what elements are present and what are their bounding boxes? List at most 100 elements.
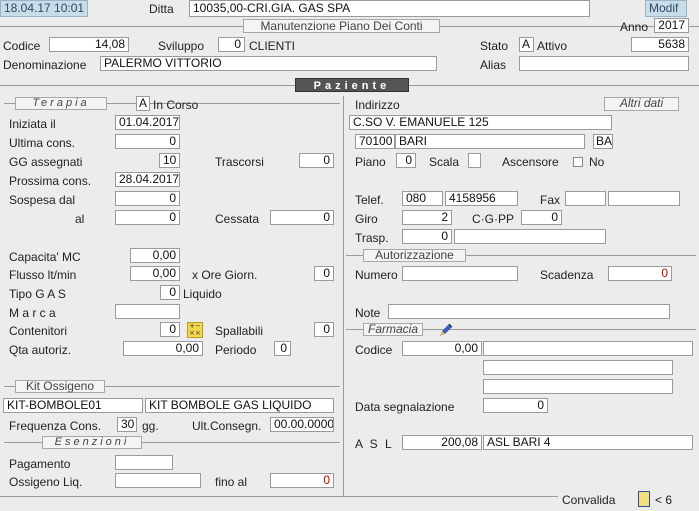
frequenza-unit: gg. [142,419,159,433]
capacita-label: Capacita' MC [9,250,81,264]
farmacia-name-field[interactable] [483,341,693,356]
sviluppo-field[interactable]: 0 [218,37,245,52]
codice-field[interactable]: 14,08 [49,37,129,52]
terapia-title: Terapia [15,97,107,110]
altri-dati-button[interactable]: Altri dati [604,97,679,111]
edit-pencil-icon[interactable] [438,322,454,338]
gg-field[interactable]: 10 [159,153,180,168]
city-field[interactable]: BARI [395,134,585,149]
datetime-field: 18.04.17 10:01 [0,0,88,17]
alias-field[interactable] [519,56,689,71]
fax-prefix-field[interactable] [565,191,606,206]
contenitori-calc-icon[interactable]: +− ×× [187,322,203,338]
ascensore-checkbox[interactable] [573,157,583,167]
asl-name-field[interactable]: ASL BARI 4 [483,435,693,450]
capacita-field[interactable]: 0,00 [130,248,180,263]
kit-code-field[interactable]: KIT-BOMBOLE01 [3,398,143,413]
sospesa-label: Sospesa dal [9,193,76,207]
sospesa-field[interactable]: 0 [115,191,180,206]
numero-field[interactable] [402,266,518,281]
footer-divider [0,496,558,497]
ultima-field[interactable]: 0 [115,134,180,149]
cap-field[interactable]: 70100 [355,134,395,149]
farmacia-codice-field[interactable]: 0,00 [402,341,482,356]
farmacia-city-field[interactable] [483,379,673,394]
cessata-field[interactable]: 0 [270,210,334,225]
pagamento-label: Pagamento [9,457,71,471]
prossima-label: Prossima cons. [9,174,92,188]
qta-label: Qta autoriz. [9,343,72,357]
contenitori-label: Contenitori [9,324,68,338]
asl-label: A S L [355,437,394,451]
kit-description-field[interactable]: KIT BOMBOLE GAS LIQUIDO [145,398,334,413]
pagamento-field[interactable] [115,455,173,470]
street-field[interactable]: C.SO V. EMANUELE 125 [349,115,612,130]
cgpp-field[interactable]: 0 [521,210,562,225]
al-field[interactable]: 0 [115,210,180,225]
stato-text: Attivo [537,39,568,53]
esenzioni-title: Esenzioni [42,436,142,449]
anno-field[interactable]: 2017 [654,18,689,33]
telef-number-field[interactable]: 4158956 [445,191,518,206]
subtitle: Manutenzione Piano Dei Conti [243,19,440,33]
alias-label: Alias [480,58,507,72]
fino-field[interactable]: 0 [270,473,334,488]
trasp-description-field[interactable] [454,229,606,244]
ore-label: x Ore Giorn. [192,268,258,282]
note-field[interactable] [388,304,670,319]
page-icon[interactable] [638,491,650,507]
cessata-label: Cessata [215,212,260,226]
ascensore-label: Ascensore [502,155,559,169]
farmacia-address-field[interactable] [483,360,673,375]
ossigeno-label: Ossigeno Liq. [9,475,83,489]
iniziata-label: Iniziata il [9,117,56,131]
piano-field[interactable]: 0 [396,153,416,168]
sviluppo-label: Sviluppo [158,39,205,53]
trasp-label: Trasp. [355,231,389,245]
mode-button[interactable]: Modif [645,0,687,17]
marca-field[interactable] [115,304,180,319]
qta-field[interactable]: 0,00 [123,341,203,356]
ossigeno-field[interactable] [115,473,201,488]
numero-label: Numero [355,268,398,282]
page-indicator[interactable]: < 6 [655,493,672,507]
stato-number-field[interactable]: 5638 [631,37,689,52]
asl-code-field[interactable]: 200,08 [402,435,482,450]
province-field[interactable]: BA [593,134,613,149]
periodo-label: Periodo [215,343,257,357]
convalida-label[interactable]: Convalida [562,493,615,507]
tipo-label: Tipo G A S [9,287,66,301]
tipo-field[interactable]: 0 [160,285,180,300]
telef-prefix-field[interactable]: 080 [402,191,443,206]
prossima-field[interactable]: 28.04.2017 [115,172,180,187]
fax-number-field[interactable] [608,191,680,206]
scadenza-field[interactable]: 0 [608,266,672,281]
periodo-field[interactable]: 0 [274,341,291,356]
scala-field[interactable] [468,153,481,168]
trascorsi-field[interactable]: 0 [299,153,334,168]
data-segnalazione-field[interactable]: 0 [483,398,548,413]
contenitori-field[interactable]: 0 [160,322,180,337]
trasp-field[interactable]: 0 [402,229,452,244]
codice-label: Codice [3,39,41,53]
cgpp-label: C·G·PP [472,212,514,226]
flusso-field[interactable]: 0,00 [130,266,180,281]
ditta-field[interactable]: 10035,00-CRI.GIA. GAS SPA [189,0,590,17]
paziente-title: Paziente [295,78,409,92]
frequenza-label: Frequenza Cons. [9,419,102,433]
giro-field[interactable]: 2 [402,210,452,225]
data-segnalazione-label: Data segnalazione [355,400,455,414]
terapia-status-code[interactable]: A [136,96,150,111]
kit-title: Kit Ossigeno [15,380,105,393]
autorizzazione-title: Autorizzazione [363,249,466,262]
stato-field[interactable]: A [519,37,534,52]
spallabili-field[interactable]: 0 [314,322,334,337]
ore-field[interactable]: 0 [314,266,334,281]
pane-divider [343,96,344,496]
al-label: al [75,212,85,226]
ult-consegn-field[interactable]: 00.00.0000 [270,417,334,432]
iniziata-field[interactable]: 01.04.2017 [115,115,180,130]
denominazione-field[interactable]: PALERMO VITTORIO [100,56,437,71]
tipo-text: Liquido [183,287,222,301]
frequenza-field[interactable]: 30 [117,417,137,432]
